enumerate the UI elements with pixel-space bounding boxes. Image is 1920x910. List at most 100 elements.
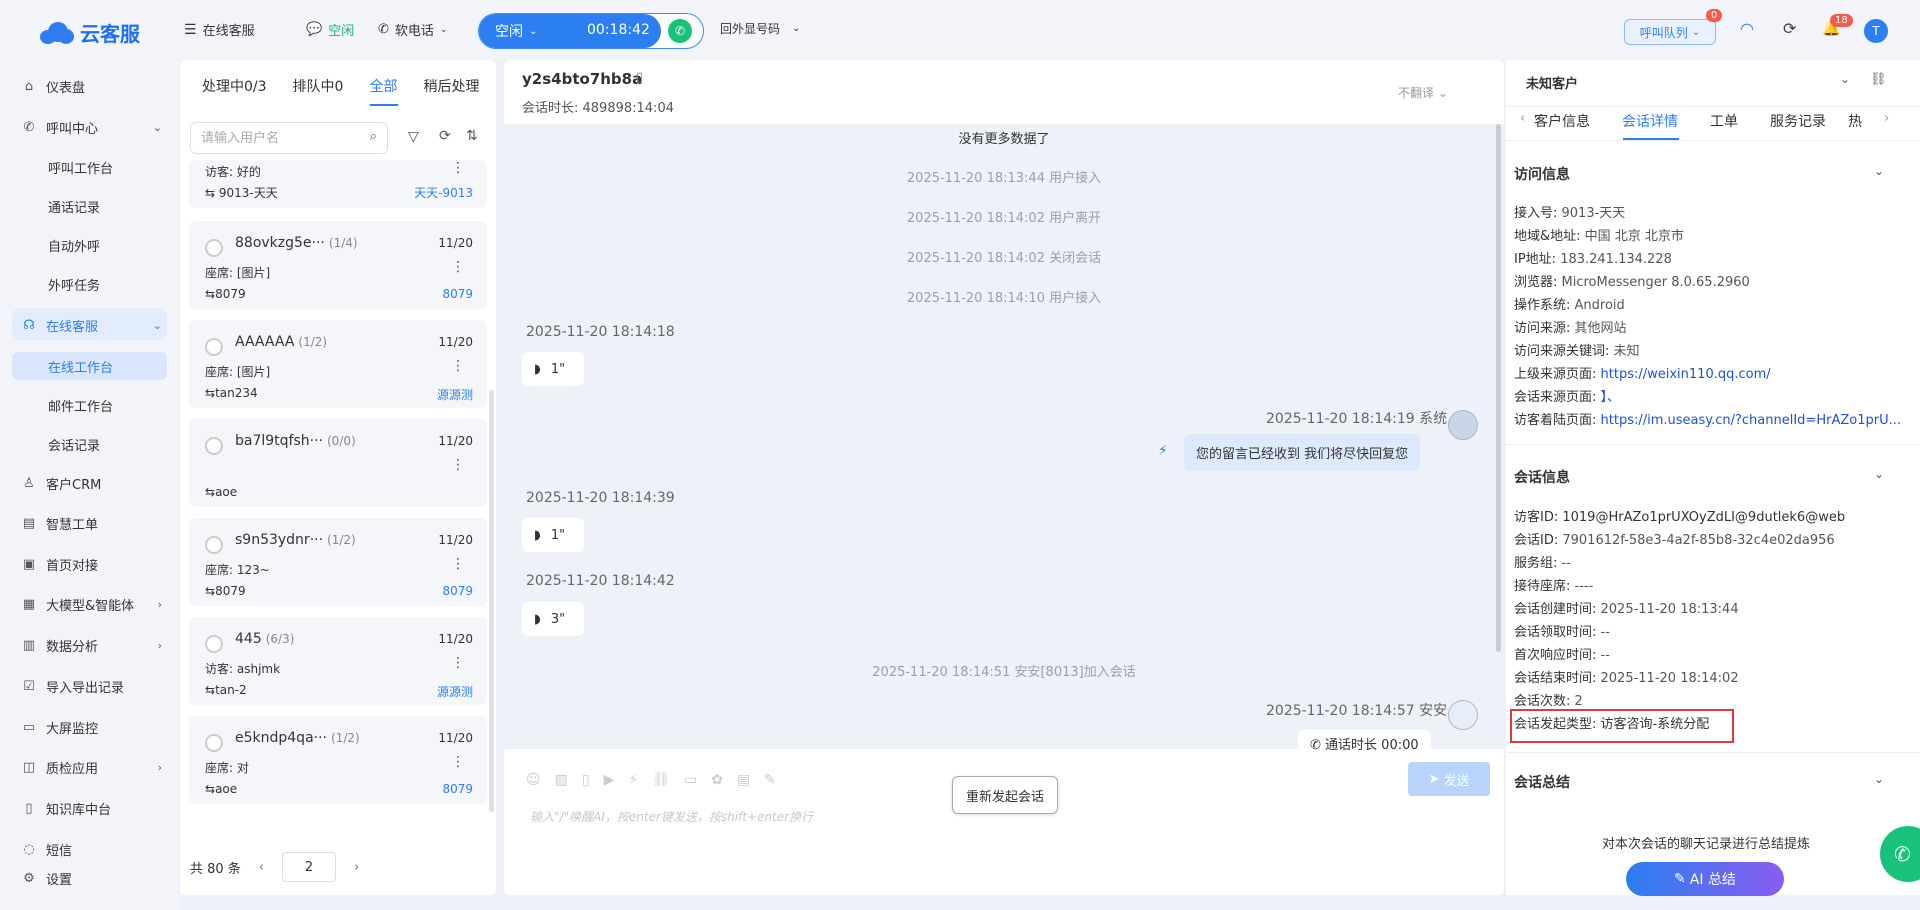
list-item[interactable]: e5kndp4qa··· (1/2) 11/20 ⋮ 座席: 对 ⇆aoe 807… bbox=[189, 716, 487, 804]
soft-phone-dropdown[interactable]: ✆ 软电话 ⌄ bbox=[378, 20, 447, 39]
session-info-title: 会话信息 bbox=[1514, 470, 1570, 486]
link-icon[interactable]: ⛓ bbox=[1870, 72, 1887, 87]
edit-icon[interactable]: ✎ bbox=[764, 772, 776, 788]
more-icon[interactable]: ⋮ bbox=[451, 457, 465, 473]
more-icon[interactable]: ⋮ bbox=[451, 160, 465, 176]
sidebar-item-auto-outbound[interactable]: 自动外呼 bbox=[48, 236, 100, 255]
call-queue-button[interactable]: 呼叫队列 ⌄ bbox=[1624, 19, 1716, 45]
translate-icon[interactable]: ⚡ bbox=[1158, 443, 1168, 459]
list-item[interactable]: 88ovkzg5e··· (1/4) 11/20 ⋮ 座席: [图片] ⇆8079… bbox=[189, 221, 487, 309]
tab-hot[interactable]: 热 bbox=[1848, 111, 1862, 131]
more-icon[interactable]: ⋮ bbox=[451, 358, 465, 374]
list-scrollbar[interactable] bbox=[489, 390, 494, 812]
chevron-down-icon[interactable]: ⌄ bbox=[1874, 467, 1884, 481]
landing-page-link[interactable]: https://im.useasy.cn/?channelId=HrAZo1pr… bbox=[1601, 413, 1901, 428]
chevron-down-icon[interactable]: ⌄ bbox=[1874, 772, 1884, 786]
tab-queue[interactable]: 排队中0 bbox=[293, 76, 344, 96]
sidebar-item-session-records[interactable]: 会话记录 bbox=[48, 435, 100, 454]
prev-page-icon[interactable]: ‹ bbox=[259, 860, 264, 875]
sidebar-item-screen-monitor[interactable]: ▭ 大屏监控 bbox=[22, 718, 162, 737]
chevron-down-icon[interactable]: ⌄ bbox=[1840, 72, 1850, 86]
sidebar-item-quality[interactable]: ◫ 质检应用 › bbox=[22, 758, 162, 777]
sidebar-item-online-workbench[interactable]: 在线工作台 bbox=[48, 357, 113, 376]
outbound-number-dropdown[interactable]: 回外显号码 ⌄ bbox=[720, 20, 800, 37]
sidebar-item-import-export[interactable]: ☑ 导入导出记录 bbox=[22, 677, 162, 696]
search-input[interactable] bbox=[201, 123, 361, 153]
message-input[interactable]: 输入"/"唤醒AI，按enter键发送，按shift+enter换行 bbox=[530, 808, 813, 825]
evaluate-icon[interactable]: ✿ bbox=[711, 772, 723, 788]
ai-summary-button[interactable]: ✎ AI 总结 bbox=[1626, 862, 1784, 896]
wand-icon: ✎ bbox=[1674, 871, 1686, 887]
search-icon[interactable]: ⌕ bbox=[370, 129, 377, 144]
emoji-icon[interactable]: ☺ bbox=[526, 772, 541, 788]
sidebar-item-mail-workbench[interactable]: 邮件工作台 bbox=[48, 396, 113, 415]
list-item[interactable]: s9n53ydnr··· (1/2) 11/20 ⋮ 座席: 123~ ⇆8079… bbox=[189, 518, 487, 606]
sidebar-item-crm[interactable]: ♙ 客户CRM bbox=[22, 474, 162, 493]
sidebar-item-tickets[interactable]: ▤ 智慧工单 bbox=[22, 514, 162, 533]
more-icon[interactable]: ⋮ bbox=[451, 655, 465, 671]
tabs-prev-icon[interactable]: ‹ bbox=[1520, 111, 1525, 126]
list-item[interactable]: ⋮ 访客: 好的 ⇆ 9013-天天 天天-9013 bbox=[189, 160, 487, 208]
send-button[interactable]: ➤ 发送 bbox=[1408, 762, 1490, 796]
sidebar-item-online-service[interactable]: ☊ 在线客服 ⌄ bbox=[22, 316, 162, 335]
chat-scrollbar[interactable] bbox=[1496, 124, 1501, 652]
top-nav-online[interactable]: ☰ 在线客服 bbox=[184, 20, 255, 40]
tab-customer-info[interactable]: 客户信息 bbox=[1534, 111, 1590, 131]
tab-processing[interactable]: 处理中0/3 bbox=[202, 76, 267, 96]
sidebar-item-call-records[interactable]: 通话记录 bbox=[48, 197, 100, 216]
sidebar-item-ai[interactable]: ▦ 大模型&智能体 › bbox=[22, 595, 162, 614]
sidebar-item-call-workbench[interactable]: 呼叫工作台 bbox=[48, 158, 113, 177]
tab-later[interactable]: 稍后处理 bbox=[423, 76, 479, 96]
detail-tabs: 客户信息 会话详情 工单 服务记录 热 bbox=[1534, 111, 1862, 131]
source-page-link[interactable]: 】、 bbox=[1601, 390, 1621, 405]
visit-field: 访问来源: 其他网站 bbox=[1514, 321, 1627, 336]
sidebar-item-settings[interactable]: ⚙ 设置 bbox=[22, 869, 162, 888]
list-item[interactable]: 445 (6/3) 11/20 ⋮ 访客: ashjmk ⇆tan-2 源源测 bbox=[189, 617, 487, 705]
avatar[interactable]: T bbox=[1864, 19, 1888, 43]
tab-all[interactable]: 全部 bbox=[369, 76, 397, 96]
voice-message[interactable]: ◗ 1" bbox=[522, 518, 584, 552]
online-status[interactable]: 💬 空闲 bbox=[306, 20, 354, 39]
sidebar-item-dashboard[interactable]: ⌂ 仪表盘 bbox=[22, 77, 162, 96]
tabs-next-icon[interactable]: › bbox=[1884, 111, 1889, 126]
video-icon[interactable]: ▶ bbox=[604, 772, 615, 788]
card-icon[interactable]: ▭ bbox=[684, 772, 697, 788]
more-icon[interactable]: ⋮ bbox=[451, 556, 465, 572]
phone-icon: ✆ bbox=[1310, 738, 1321, 753]
sidebar-item-call-center[interactable]: ✆ 呼叫中心 ⌄ bbox=[22, 118, 162, 137]
quick-reply-icon[interactable]: ⚡ bbox=[628, 772, 638, 788]
link-icon[interactable]: ⛓ bbox=[652, 772, 670, 788]
tab-ticket[interactable]: 工单 bbox=[1710, 111, 1738, 131]
chevron-down-icon: ⌄ bbox=[1437, 86, 1448, 100]
sort-icon[interactable]: ⇅ bbox=[466, 128, 478, 144]
sidebar-item-homepage[interactable]: ▣ 首页对接 bbox=[22, 555, 162, 574]
voice-message[interactable]: ◗ 3" bbox=[522, 602, 584, 636]
next-page-icon[interactable]: › bbox=[354, 860, 359, 875]
sidebar-item-sms[interactable]: ◌ 短信 bbox=[22, 840, 162, 859]
file-icon[interactable]: ▯ bbox=[582, 772, 590, 788]
list-item[interactable]: ba7l9tqfsh··· (0/0) 11/20 ⋮ ⇆aoe bbox=[189, 419, 487, 507]
refresh-icon[interactable]: ⟳ bbox=[439, 128, 451, 144]
translate-dropdown[interactable]: 不翻译 ⌄ bbox=[1398, 84, 1448, 101]
voice-message[interactable]: ◗ 1" bbox=[522, 352, 584, 386]
list-item[interactable]: AAAAAA (1/2) 11/20 ⋮ 座席: [图片] ⇆tan234 源源测 bbox=[189, 320, 487, 408]
phone-call-icon[interactable]: ✆ bbox=[668, 19, 692, 43]
phone-icon: ✆ bbox=[1894, 842, 1911, 866]
folder-icon[interactable]: ▤ bbox=[737, 772, 750, 788]
more-icon[interactable]: ⋮ bbox=[451, 754, 465, 770]
filter-icon[interactable]: ▽ bbox=[408, 129, 419, 145]
sidebar-item-outbound-tasks[interactable]: 外呼任务 bbox=[48, 275, 100, 294]
chevron-down-icon[interactable]: ⌄ bbox=[1874, 164, 1884, 178]
reopen-session-button[interactable]: 重新发起会话 bbox=[952, 776, 1058, 814]
more-icon[interactable]: ⋮ bbox=[451, 259, 465, 275]
tab-service-record[interactable]: 服务记录 bbox=[1770, 111, 1826, 131]
sidebar-item-analytics[interactable]: ▥ 数据分析 › bbox=[22, 636, 162, 655]
page-input[interactable]: 2 bbox=[282, 852, 337, 882]
parent-page-link[interactable]: https://weixin110.qq.com/ bbox=[1601, 367, 1771, 382]
tab-session-detail[interactable]: 会话详情 bbox=[1622, 111, 1678, 131]
sidebar-item-knowledge[interactable]: ▯ 知识库中台 bbox=[22, 799, 162, 818]
visit-field: IP地址: 183.241.134.228 bbox=[1514, 252, 1672, 267]
refresh-icon[interactable]: ⟳ bbox=[1783, 19, 1796, 38]
image-icon[interactable]: ▨ bbox=[555, 772, 568, 788]
session-summary-title: 会话总结 bbox=[1514, 775, 1570, 791]
